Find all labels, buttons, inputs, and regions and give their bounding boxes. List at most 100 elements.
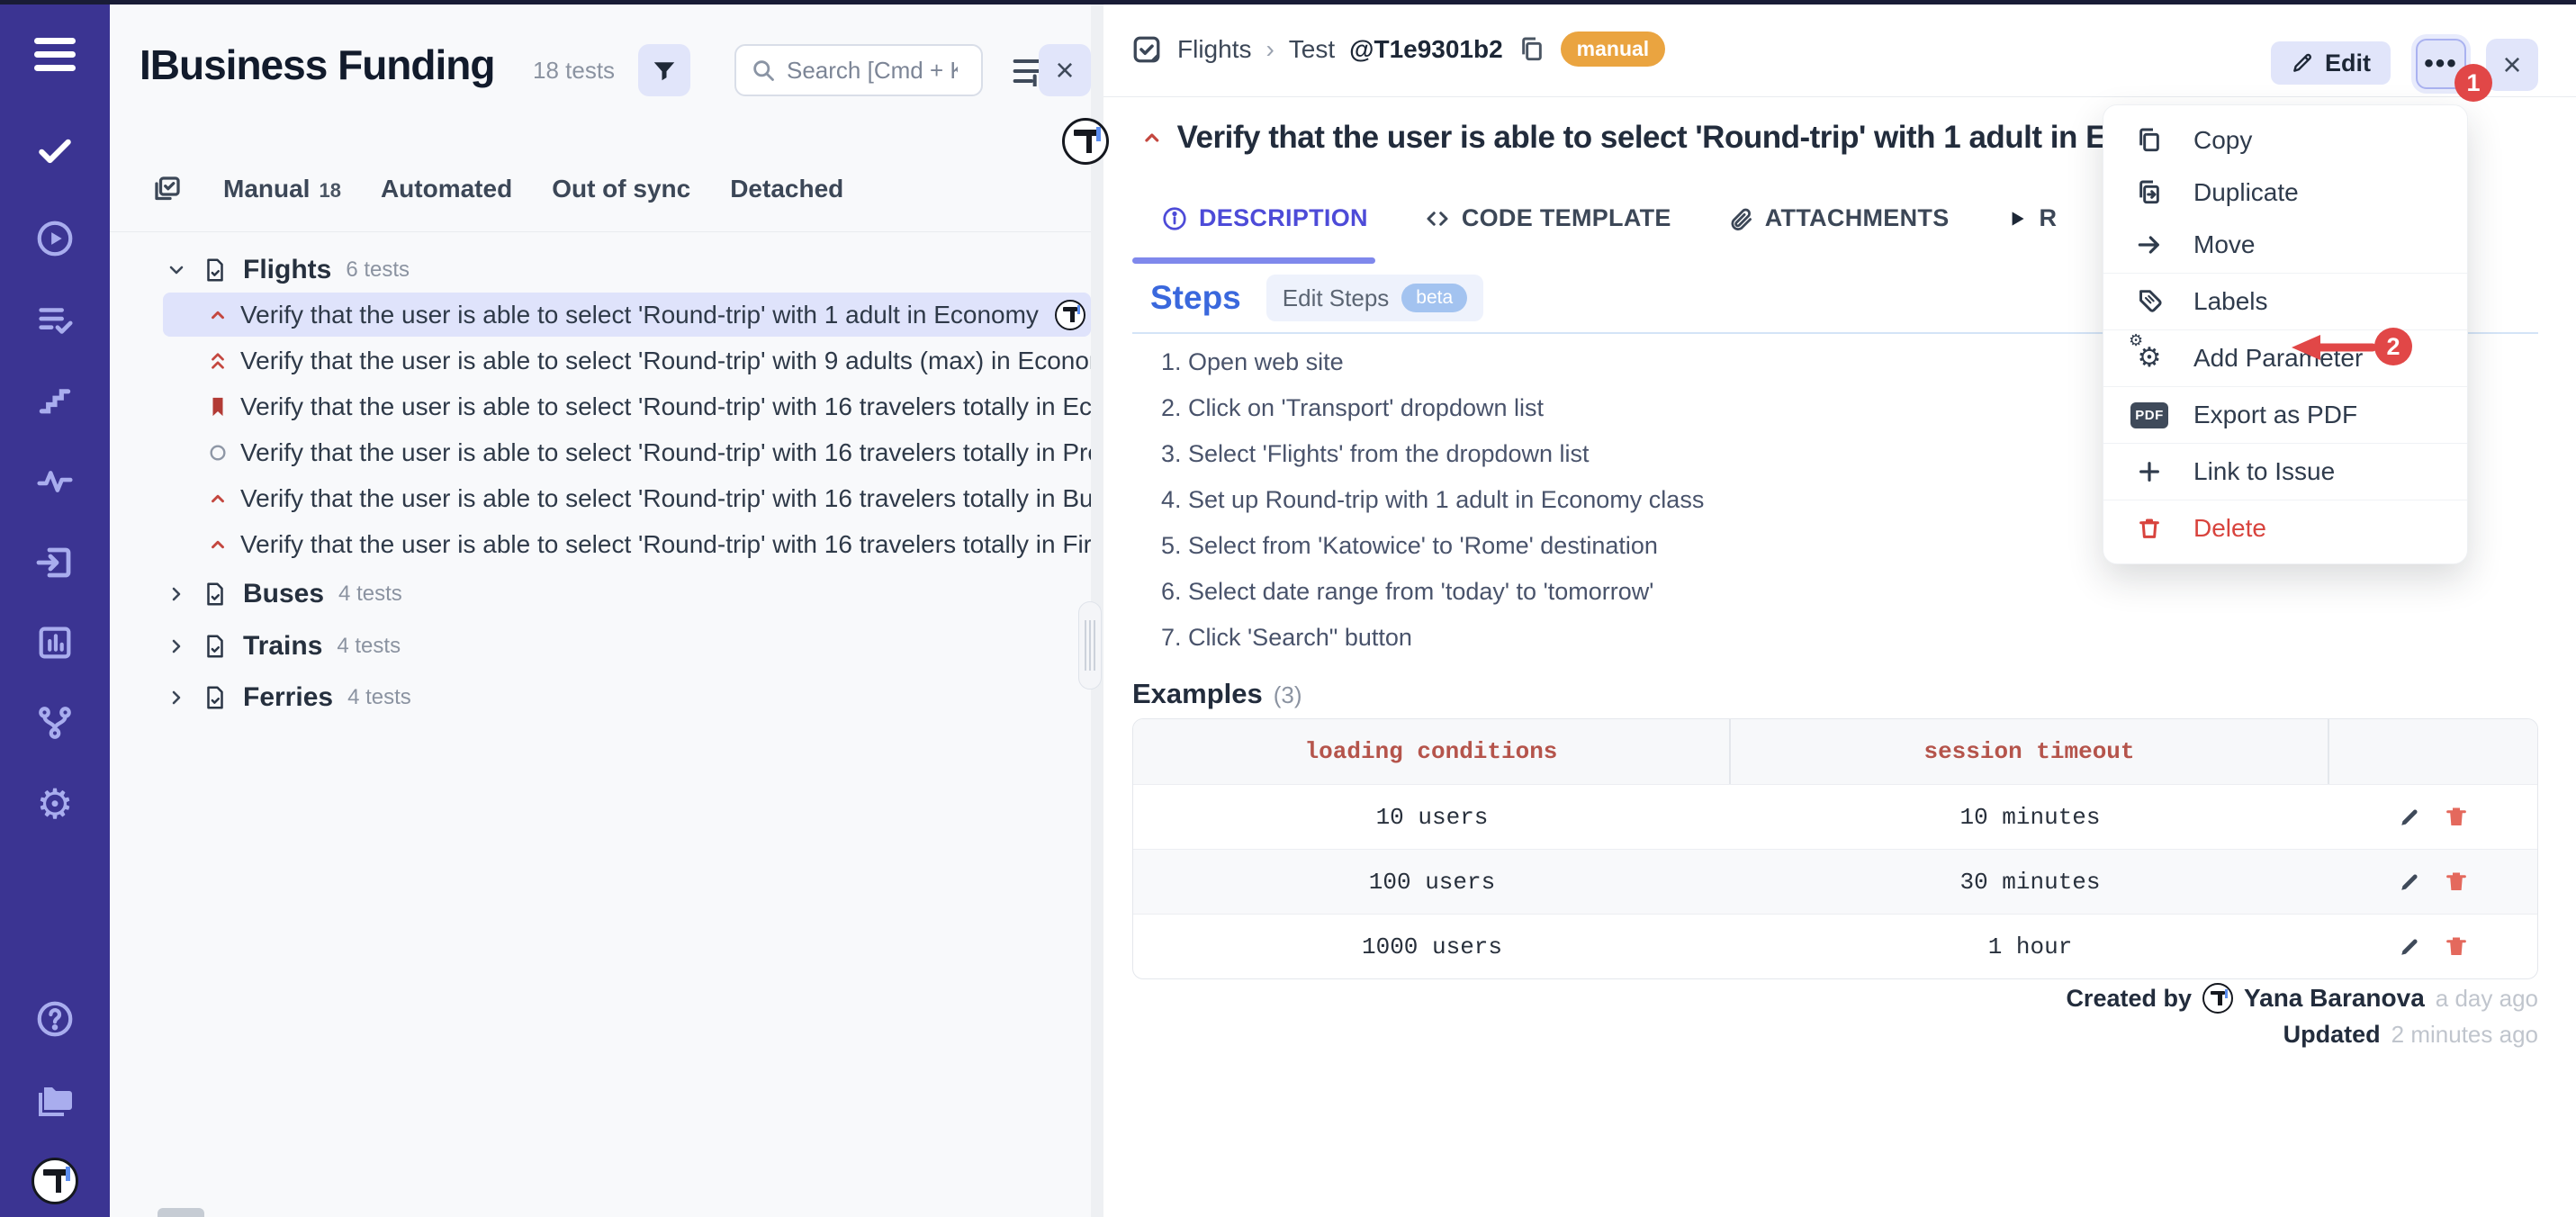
projects-icon[interactable] xyxy=(0,1075,110,1125)
delete-row-icon[interactable] xyxy=(2443,933,2470,960)
menu-separator xyxy=(2103,329,2467,330)
test-row[interactable]: Verify that the user is able to select '… xyxy=(163,430,1091,474)
folder-trains[interactable]: Trains 4 tests xyxy=(166,626,401,667)
menu-item-labels[interactable]: Labels xyxy=(2103,275,2467,328)
analytics-icon[interactable] xyxy=(0,618,110,668)
chevron-right-icon[interactable] xyxy=(166,687,187,708)
active-tab-underline xyxy=(1132,257,1375,264)
folder-count: 4 tests xyxy=(347,685,411,710)
tab-description[interactable]: DESCRIPTION xyxy=(1161,204,1368,232)
tab-automated[interactable]: Automated xyxy=(381,175,512,203)
code-icon xyxy=(1424,205,1451,232)
menu-icon[interactable] xyxy=(0,27,110,81)
pulse-icon[interactable] xyxy=(0,456,110,507)
menu-item-link-to-issue[interactable]: Link to Issue xyxy=(2103,446,2467,498)
test-row[interactable]: Verify that the user is able to select '… xyxy=(163,338,1091,383)
chevron-right-icon[interactable] xyxy=(166,583,187,605)
menu-item-add-parameter[interactable]: ⚙⚙ Add Parameter xyxy=(2103,332,2467,384)
edit-row-icon[interactable] xyxy=(2396,933,2423,960)
filter-button[interactable] xyxy=(638,44,690,96)
folder-flights[interactable]: Flights 6 tests xyxy=(166,249,410,291)
menu-separator xyxy=(2103,273,2467,274)
menu-item-move[interactable]: Move xyxy=(2103,219,2467,271)
tests-icon[interactable] xyxy=(0,125,110,176)
tab-code-template[interactable]: CODE TEMPLATE xyxy=(1424,204,1671,232)
task-check-icon xyxy=(1130,33,1163,66)
test-row[interactable]: Verify that the user is able to select '… xyxy=(163,476,1091,520)
folder-name: Ferries xyxy=(243,682,333,713)
edit-button[interactable]: Edit xyxy=(2271,41,2391,85)
examples-header: Examples (3) xyxy=(1132,678,1302,710)
test-plans-icon[interactable] xyxy=(0,295,110,346)
delete-row-icon[interactable] xyxy=(2443,804,2470,831)
tab-attachments[interactable]: ATTACHMENTS xyxy=(1727,204,1950,232)
steps-list: Open web site Click on 'Transport' dropd… xyxy=(1161,339,1704,661)
folder-ferries[interactable]: Ferries 4 tests xyxy=(166,677,411,718)
menu-separator xyxy=(2103,386,2467,387)
edit-steps-button[interactable]: Edit Steps beta xyxy=(1266,275,1483,321)
tab-detached[interactable]: Detached xyxy=(730,175,843,203)
folder-buses[interactable]: Buses 4 tests xyxy=(166,573,402,615)
severity-high-icon xyxy=(208,535,228,554)
help-icon[interactable] xyxy=(0,994,110,1044)
funnel-icon xyxy=(651,57,678,84)
manual-badge: manual xyxy=(1561,32,1666,67)
select-tests-icon[interactable] xyxy=(151,173,184,205)
branches-icon[interactable] xyxy=(0,698,110,748)
chevron-right-icon[interactable] xyxy=(166,636,187,657)
severity-high-icon xyxy=(208,305,228,325)
close-detail-button[interactable]: × xyxy=(2486,39,2538,91)
search-box[interactable] xyxy=(734,44,983,96)
creator-name: Yana Baranova xyxy=(2244,984,2425,1013)
chevron-down-icon[interactable] xyxy=(166,259,187,281)
severity-blocker-icon xyxy=(208,395,228,419)
test-row[interactable]: Verify that the user is able to select '… xyxy=(163,293,1091,337)
test-row[interactable]: Verify that the user is able to select '… xyxy=(163,522,1091,566)
edit-row-icon[interactable] xyxy=(2396,804,2423,831)
test-row[interactable]: Verify that the user is able to select '… xyxy=(163,384,1091,428)
import-icon[interactable] xyxy=(0,537,110,588)
suite-doc-icon xyxy=(202,633,229,660)
updated-time: 2 minutes ago xyxy=(2391,1021,2538,1049)
meta-info: Created by Yana Baranova a day ago Updat… xyxy=(2066,980,2538,1052)
tab-out-of-sync[interactable]: Out of sync xyxy=(552,175,690,203)
app-rail: ⚙ xyxy=(0,0,110,1217)
suite-doc-icon xyxy=(202,581,229,608)
table-row: 100 users 30 minutes xyxy=(1133,849,2537,914)
menu-item-copy[interactable]: Copy xyxy=(2103,114,2467,167)
steps-icon[interactable] xyxy=(0,374,110,425)
search-input[interactable] xyxy=(787,57,958,85)
horizontal-scrollbar[interactable] xyxy=(158,1208,204,1217)
folder-name: Buses xyxy=(243,579,324,609)
breadcrumb-separator: › xyxy=(1265,35,1274,64)
steps-header: Steps Edit Steps beta xyxy=(1150,275,1483,321)
runs-icon[interactable] xyxy=(0,213,110,264)
info-icon xyxy=(1161,205,1188,232)
folder-count: 4 tests xyxy=(338,581,402,607)
close-panel-button[interactable]: × xyxy=(1039,44,1091,96)
table-row: 1000 users 1 hour xyxy=(1133,914,2537,978)
severity-critical-icon xyxy=(208,349,228,373)
context-menu: Copy Duplicate Move Labels ⚙⚙ Add Parame… xyxy=(2103,104,2468,564)
folder-count: 4 tests xyxy=(337,634,401,659)
settings-icon[interactable]: ⚙ xyxy=(0,779,110,829)
delete-row-icon[interactable] xyxy=(2443,869,2470,896)
tests-panel: IBusiness Funding 18 tests × Manual18 Au… xyxy=(110,5,1091,1217)
app-logo[interactable] xyxy=(0,1156,110,1206)
pdf-icon: PDF xyxy=(2134,402,2165,428)
step-item: Click on 'Transport' dropdown list xyxy=(1161,385,1704,431)
copy-id-icon[interactable] xyxy=(1518,35,1546,64)
menu-item-duplicate[interactable]: Duplicate xyxy=(2103,167,2467,219)
play-icon xyxy=(2005,207,2029,230)
folder-name: Trains xyxy=(243,631,322,662)
menu-item-export-pdf[interactable]: PDF Export as PDF xyxy=(2103,389,2467,441)
table-row: 10 users 10 minutes xyxy=(1133,784,2537,849)
resize-handle[interactable] xyxy=(1078,601,1102,690)
gears-icon: ⚙⚙ xyxy=(2134,345,2165,372)
tab-manual[interactable]: Manual18 xyxy=(223,175,341,203)
menu-item-delete[interactable]: Delete xyxy=(2103,502,2467,554)
suite-doc-icon xyxy=(202,257,229,284)
edit-row-icon[interactable] xyxy=(2396,869,2423,896)
tab-run[interactable]: R xyxy=(2005,204,2058,232)
breadcrumb-folder[interactable]: Flights xyxy=(1177,35,1251,64)
